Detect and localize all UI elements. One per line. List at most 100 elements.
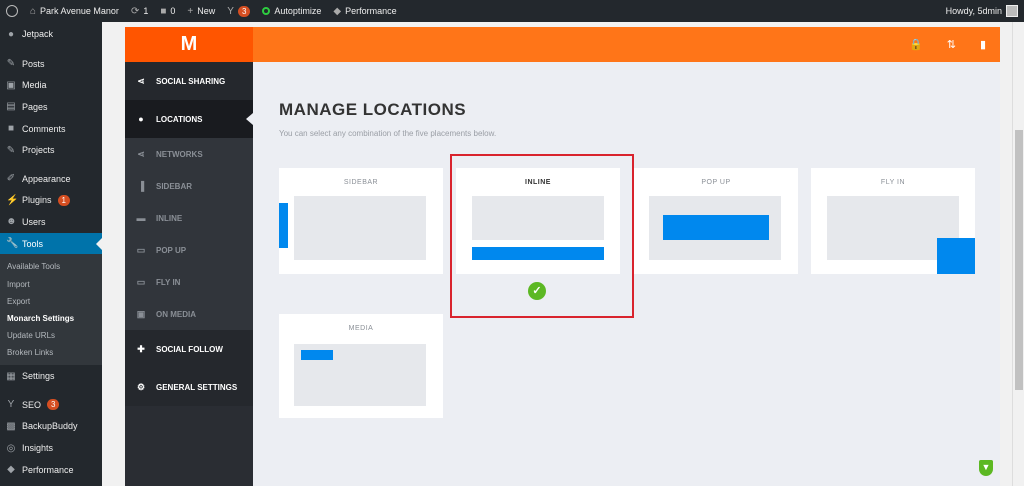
admin-menu: ● Jetpack ✎ Posts ▣ Media ▤ Pages ■ Comments … [0,22,102,486]
wrench-icon: 🔧 [6,238,19,250]
nav-sidebar[interactable]: ▐ Sidebar [125,170,253,202]
nav-onmedia[interactable]: ▣ On Media [125,298,253,330]
pages-icon: ▤ [6,101,16,113]
menu-item-insights[interactable]: ◎ Insights [0,437,102,459]
autoptimize-link[interactable]: Autoptimize [256,0,327,22]
plug-icon: ⚡ [6,194,19,206]
lock-icon[interactable]: 🔒 [909,38,923,51]
nav-general-settings[interactable]: ⚙ General Settings [125,368,253,406]
shield-icon[interactable]: ▼ [979,460,993,476]
page-subtitle: You can select any combination of the fi… [279,129,497,138]
menu-item-projects[interactable]: ✎ Projects [0,139,102,161]
nav-inline[interactable]: ▬ Inline [125,202,253,234]
wordpress-icon [6,5,18,17]
scrollbar[interactable] [1012,22,1024,486]
menu-item-tools[interactable]: 🔧 Tools [0,232,102,255]
home-icon: ⌂ [30,5,37,17]
sidebar-preview-bar [279,203,288,248]
brush-icon: ✐ [6,173,16,185]
menu-item-plugins[interactable]: ⚡ Plugins 1 [0,190,102,212]
settings-icon: ▦ [6,370,16,382]
tools-submenu: Available Tools Import Export Monarch Se… [0,254,102,366]
menu-item-users[interactable]: ☻ Users [0,211,102,233]
nav-popup[interactable]: ▭ Pop Up [125,234,253,266]
updates-link[interactable]: ⟳ 1 [125,0,154,22]
admin-bar: ⌂ Park Avenue Manor ⟳ 1 ■ 0 + New Y3 Autopti… [0,0,1024,22]
submenu-monarch-settings[interactable]: Monarch Settings [0,310,102,327]
monarch-logo: M [125,27,253,62]
import-export-icon[interactable]: ⇅ [947,38,956,51]
yoast-link[interactable]: Y3 [221,0,256,22]
comments-link[interactable]: ■ 0 [154,0,181,22]
menu-item-pages[interactable]: ▤ Pages [0,96,102,118]
popup-preview-bar [663,215,769,240]
gear-icon: ⚙ [136,381,146,392]
flyin-preview-box [937,238,975,274]
media-icon: ▣ [6,79,16,91]
yoast-icon: Y [227,5,234,17]
menu-item-backupbuddy[interactable]: ▩ BackupBuddy [0,416,102,438]
nav-flyin[interactable]: ▭ Fly In [125,266,253,298]
nav-social-sharing[interactable]: ⋖ Social Sharing [125,62,253,100]
comment-icon: ■ [160,5,167,17]
nav-locations[interactable]: ● Locations [125,100,253,138]
menu-item-settings[interactable]: ▦ Settings [0,365,102,387]
location-card-media[interactable]: MEDIA [279,314,443,418]
backup-icon: ▩ [6,420,16,432]
user-icon: ☻ [6,216,17,228]
menu-item-seo[interactable]: Y SEO 3 [0,394,102,416]
location-card-flyin[interactable]: FLY IN [811,168,975,274]
submenu-export[interactable]: Export [0,293,102,310]
monarch-header: M 🔒 ⇅ ▮ [125,27,1000,62]
image-icon: ▣ [136,308,146,319]
plugins-badge: 1 [57,194,70,206]
card-label: MEDIA [348,325,374,332]
comment-icon: ■ [7,123,15,135]
menu-item-posts[interactable]: ✎ Posts [0,53,102,75]
account-menu[interactable]: Howdy, 5dmin [940,0,1024,22]
card-label: SIDEBAR [343,179,379,186]
submenu-broken-links[interactable]: Broken Links [0,344,102,361]
share-icon: ⋖ [137,148,145,159]
menu-item-performance[interactable]: ◆ Performance [0,459,102,481]
location-card-popup[interactable]: POP UP [634,168,798,274]
card-label: POP UP [701,179,731,186]
yoast-icon: Y [7,399,15,411]
avatar [1006,5,1018,17]
menu-item-media[interactable]: ▣ Media [0,75,102,97]
media-preview-bar [301,350,333,360]
performance-icon: ◆ [333,5,342,17]
submenu-import[interactable]: Import [0,276,102,293]
nav-social-follow[interactable]: ✚ Social Follow [125,330,253,368]
menu-item-appearance[interactable]: ✐ Appearance [0,168,102,190]
seo-badge: 3 [47,399,60,411]
stats-icon[interactable]: ▮ [980,38,986,51]
plus-icon: ✚ [137,343,145,354]
new-content-link[interactable]: + New [181,0,221,22]
monarch-sidebar: ⋖ Social Sharing ● Locations ⋖ Networks ▐ Si… [125,62,253,486]
plus-icon: + [187,5,194,17]
inline-icon: ▬ [136,213,146,223]
menu-item-jetpack[interactable]: ● Jetpack [0,22,102,46]
scrollbar-thumb[interactable] [1015,130,1023,390]
pin-icon: ✎ [6,58,16,70]
submenu-available-tools[interactable]: Available Tools [0,258,102,275]
status-dot-icon [262,7,271,15]
site-name-link[interactable]: ⌂ Park Avenue Manor [24,0,125,22]
highlight-box [450,154,634,318]
performance-icon: ◆ [7,464,15,476]
menu-item-comments[interactable]: ■ Comments [0,118,102,140]
popup-icon: ▭ [136,244,146,255]
submenu-update-urls[interactable]: Update URLs [0,327,102,344]
wordpress-logo-button[interactable] [0,0,24,22]
jetpack-icon: ● [7,28,15,40]
page-title: MANAGE LOCATIONS [279,100,467,119]
insights-icon: ◎ [6,442,16,454]
card-preview [294,196,426,260]
refresh-icon: ⟳ [130,5,140,17]
location-card-sidebar[interactable]: SIDEBAR [279,168,443,274]
nav-networks[interactable]: ⋖ Networks [125,138,253,170]
share-icon: ⋖ [137,75,145,86]
performance-link[interactable]: ◆ Performance [327,0,402,22]
sidebar-icon: ▐ [137,181,145,191]
